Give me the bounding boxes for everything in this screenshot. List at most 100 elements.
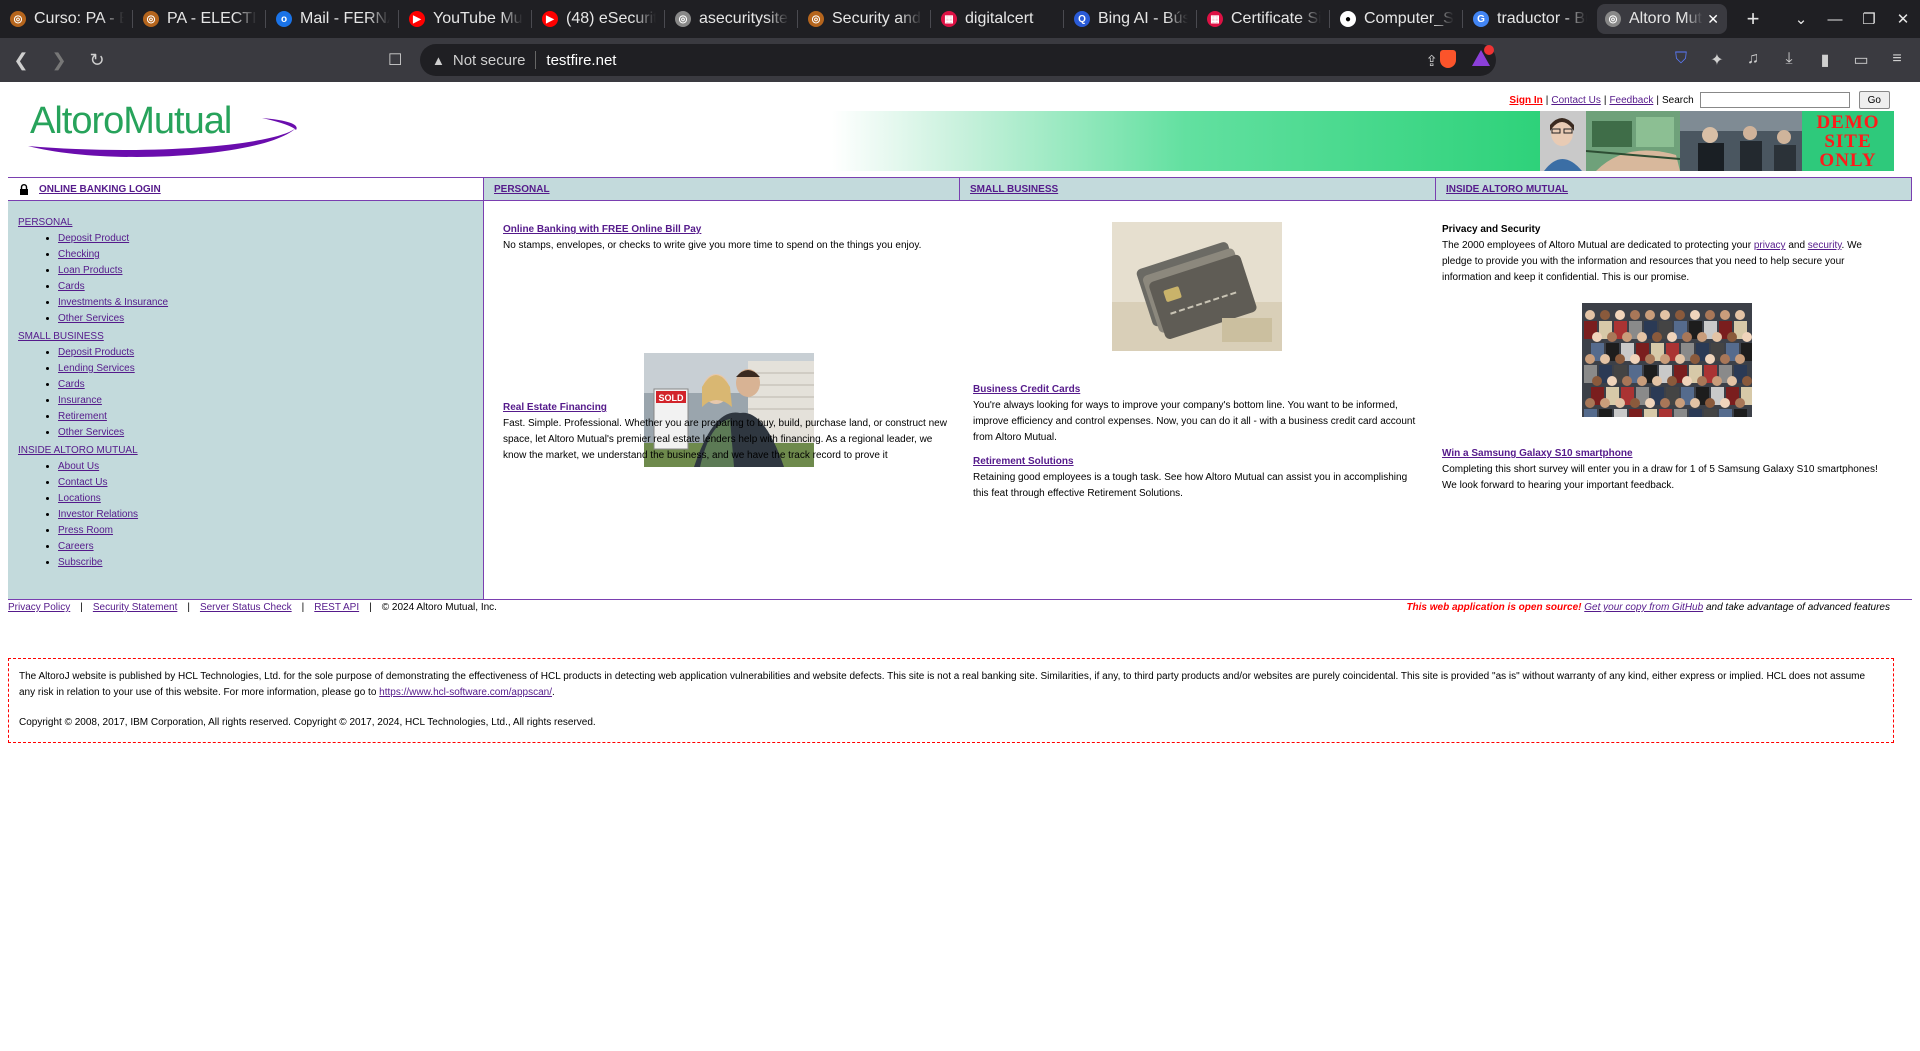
tab-title: PA - ELECTIVO xyxy=(167,10,257,27)
window-controls: ⌄ — ❐ ✕ xyxy=(1784,0,1920,38)
sidebar-item-link[interactable]: Other Services xyxy=(58,427,124,438)
sidebar-item-link[interactable]: Deposit Product xyxy=(58,233,129,244)
sidebar-item-link[interactable]: Investor Relations xyxy=(58,509,138,520)
back-button[interactable]: ❮ xyxy=(4,50,38,71)
browser-tab[interactable]: ▶ (48) eSecurity xyxy=(534,4,664,34)
rest-api-link[interactable]: REST API xyxy=(314,602,359,613)
feedback-link[interactable]: Feedback xyxy=(1609,95,1653,106)
open-source-text: This web application is open source! xyxy=(1406,602,1582,613)
inside-altoro-tab-link[interactable]: INSIDE ALTORO MUTUAL xyxy=(1446,184,1568,195)
extensions-icon[interactable]: ✦ xyxy=(1708,50,1726,70)
brave-shields-icon[interactable] xyxy=(1440,50,1456,68)
sidebar-item-link[interactable]: Cards xyxy=(58,281,85,292)
retirement-solutions-heading-link[interactable]: Retirement Solutions xyxy=(973,454,1074,470)
search-label: Search xyxy=(1661,94,1694,106)
text-fragment: . xyxy=(552,687,555,698)
sidebar-section-small-business[interactable]: SMALL BUSINESS xyxy=(18,331,473,342)
privacy-policy-link[interactable]: Privacy Policy xyxy=(8,602,70,613)
hcl-appscan-link[interactable]: https://www.hcl-software.com/appscan/ xyxy=(379,687,552,698)
sidebar-item-link[interactable]: Checking xyxy=(58,249,100,260)
sidebar-item-link[interactable]: About Us xyxy=(58,461,99,472)
browser-tab[interactable]: ◎ asecuritysite xyxy=(667,4,797,34)
search-input[interactable] xyxy=(1699,92,1850,108)
online-banking-login-link[interactable]: ONLINE BANKING LOGIN xyxy=(39,184,161,195)
separator: | xyxy=(80,602,83,613)
sidebar-icon[interactable]: ▮ xyxy=(1816,50,1834,70)
sidebar-item-link[interactable]: Investments & Insurance xyxy=(58,297,168,308)
browser-tab[interactable]: Gtraductor - Buscar xyxy=(1465,4,1595,34)
downloads-icon[interactable]: ⤓ xyxy=(1780,50,1798,70)
sign-in-link[interactable]: Sign In xyxy=(1509,95,1542,106)
list-item: Careers xyxy=(58,541,473,553)
privacy-link[interactable]: privacy xyxy=(1754,240,1786,251)
menu-icon[interactable]: ≡ xyxy=(1888,50,1906,70)
sidebar-section-inside-altoro[interactable]: INSIDE ALTORO MUTUAL xyxy=(18,445,473,456)
browser-tab[interactable]: o Mail - FERNANDO xyxy=(268,4,398,34)
browser-tab[interactable]: ◎ Altoro Mutual✕ xyxy=(1597,4,1727,34)
github-link[interactable]: Get your copy from GitHub xyxy=(1584,602,1703,613)
maximize-button[interactable]: ❐ xyxy=(1852,10,1886,28)
sidebar-item-link[interactable]: Contact Us xyxy=(58,477,107,488)
sidebar-item-link[interactable]: Locations xyxy=(58,493,101,504)
address-bar[interactable]: ▲ Not secure testfire.net ⇪ xyxy=(420,44,1496,76)
samsung-survey-heading-link[interactable]: Win a Samsung Galaxy S10 smartphone xyxy=(1442,446,1633,462)
sidebar-item-link[interactable]: Other Services xyxy=(58,313,124,324)
security-link[interactable]: security xyxy=(1808,240,1842,251)
browser-tab[interactable]: ● Computer_Security xyxy=(1332,4,1462,34)
bookmark-icon[interactable]: ☐ xyxy=(388,50,402,70)
tab-search-icon[interactable]: ⌄ xyxy=(1784,10,1818,28)
business-credit-cards-text: You're always looking for ways to improv… xyxy=(973,400,1416,443)
rewards-badge xyxy=(1484,45,1494,55)
browser-tab[interactable]: ◎ PA - ELECTIVO xyxy=(135,4,265,34)
tab-favicon-icon: ◎ xyxy=(143,11,159,27)
reload-button[interactable]: ↻ xyxy=(80,50,114,71)
bitwarden-icon[interactable]: ⛉ xyxy=(1672,50,1690,70)
tab-separator xyxy=(797,10,798,28)
sidebar-item-link[interactable]: Retirement xyxy=(58,411,107,422)
browser-tab[interactable]: ◎ Security and xyxy=(800,4,930,34)
sidebar-item-link[interactable]: Cards xyxy=(58,379,85,390)
share-icon[interactable]: ⇪ xyxy=(1425,52,1438,70)
sidebar-item-link[interactable]: Insurance xyxy=(58,395,102,406)
disclaimer-box: The AltoroJ website is published by HCL … xyxy=(8,658,1894,743)
contact-us-link[interactable]: Contact Us xyxy=(1551,95,1600,106)
browser-tab[interactable]: Q Bing AI - Búsqueda xyxy=(1066,4,1196,34)
real-estate-heading-link[interactable]: Real Estate Financing xyxy=(503,400,607,416)
tab-title: traductor - Buscar xyxy=(1497,10,1587,27)
tab-close-icon[interactable]: ✕ xyxy=(1707,11,1719,28)
media-icon[interactable]: ♫ xyxy=(1744,50,1762,70)
online-banking-heading-link[interactable]: Online Banking with FREE Online Bill Pay xyxy=(503,222,701,238)
sidebar-item-link[interactable]: Subscribe xyxy=(58,557,102,568)
server-status-link[interactable]: Server Status Check xyxy=(200,602,292,613)
minimize-button[interactable]: — xyxy=(1818,11,1852,28)
personal-tab-link[interactable]: PERSONAL xyxy=(494,184,550,195)
online-banking-text: No stamps, envelopes, or checks to write… xyxy=(503,240,922,251)
sidebar-item-link[interactable]: Careers xyxy=(58,541,94,552)
forward-button[interactable]: ❯ xyxy=(42,50,76,71)
new-tab-button[interactable]: + xyxy=(1739,6,1767,32)
tab-separator xyxy=(664,10,665,28)
browser-tab[interactable]: ▦ digitalcert xyxy=(933,4,1063,34)
tab-title: YouTube Music xyxy=(433,10,523,27)
sidebar-item-link[interactable]: Loan Products xyxy=(58,265,123,276)
sidebar-item-link[interactable]: Press Room xyxy=(58,525,113,536)
tab-favicon-icon: ◎ xyxy=(808,11,824,27)
browser-tab[interactable]: ◎ Curso: PA - ELECTIVO xyxy=(2,4,132,34)
banner-photos: DEMO SITE ONLY xyxy=(1540,111,1894,171)
go-button[interactable]: Go xyxy=(1858,91,1890,109)
browser-tab[interactable]: ▦ Certificate Signing xyxy=(1199,4,1329,34)
altoro-logo[interactable]: AltoroMutual xyxy=(24,100,304,160)
sidebar-section-personal[interactable]: PERSONAL xyxy=(18,217,473,228)
sidebar-item-link[interactable]: Deposit Products xyxy=(58,347,134,358)
browser-tab[interactable]: ▶ YouTube Music xyxy=(401,4,531,34)
tab-title: asecuritysite xyxy=(699,10,788,27)
sidebar-item-link[interactable]: Lending Services xyxy=(58,363,135,374)
close-window-button[interactable]: ✕ xyxy=(1886,10,1920,28)
security-statement-link[interactable]: Security Statement xyxy=(93,602,177,613)
business-credit-cards-heading-link[interactable]: Business Credit Cards xyxy=(973,382,1080,398)
small-business-tab-link[interactable]: SMALL BUSINESS xyxy=(970,184,1058,195)
tab-title: (48) eSecurity xyxy=(566,10,656,27)
wallet-icon[interactable]: ▭ xyxy=(1852,50,1870,70)
tab-separator xyxy=(265,10,266,28)
separator: | xyxy=(187,602,190,613)
